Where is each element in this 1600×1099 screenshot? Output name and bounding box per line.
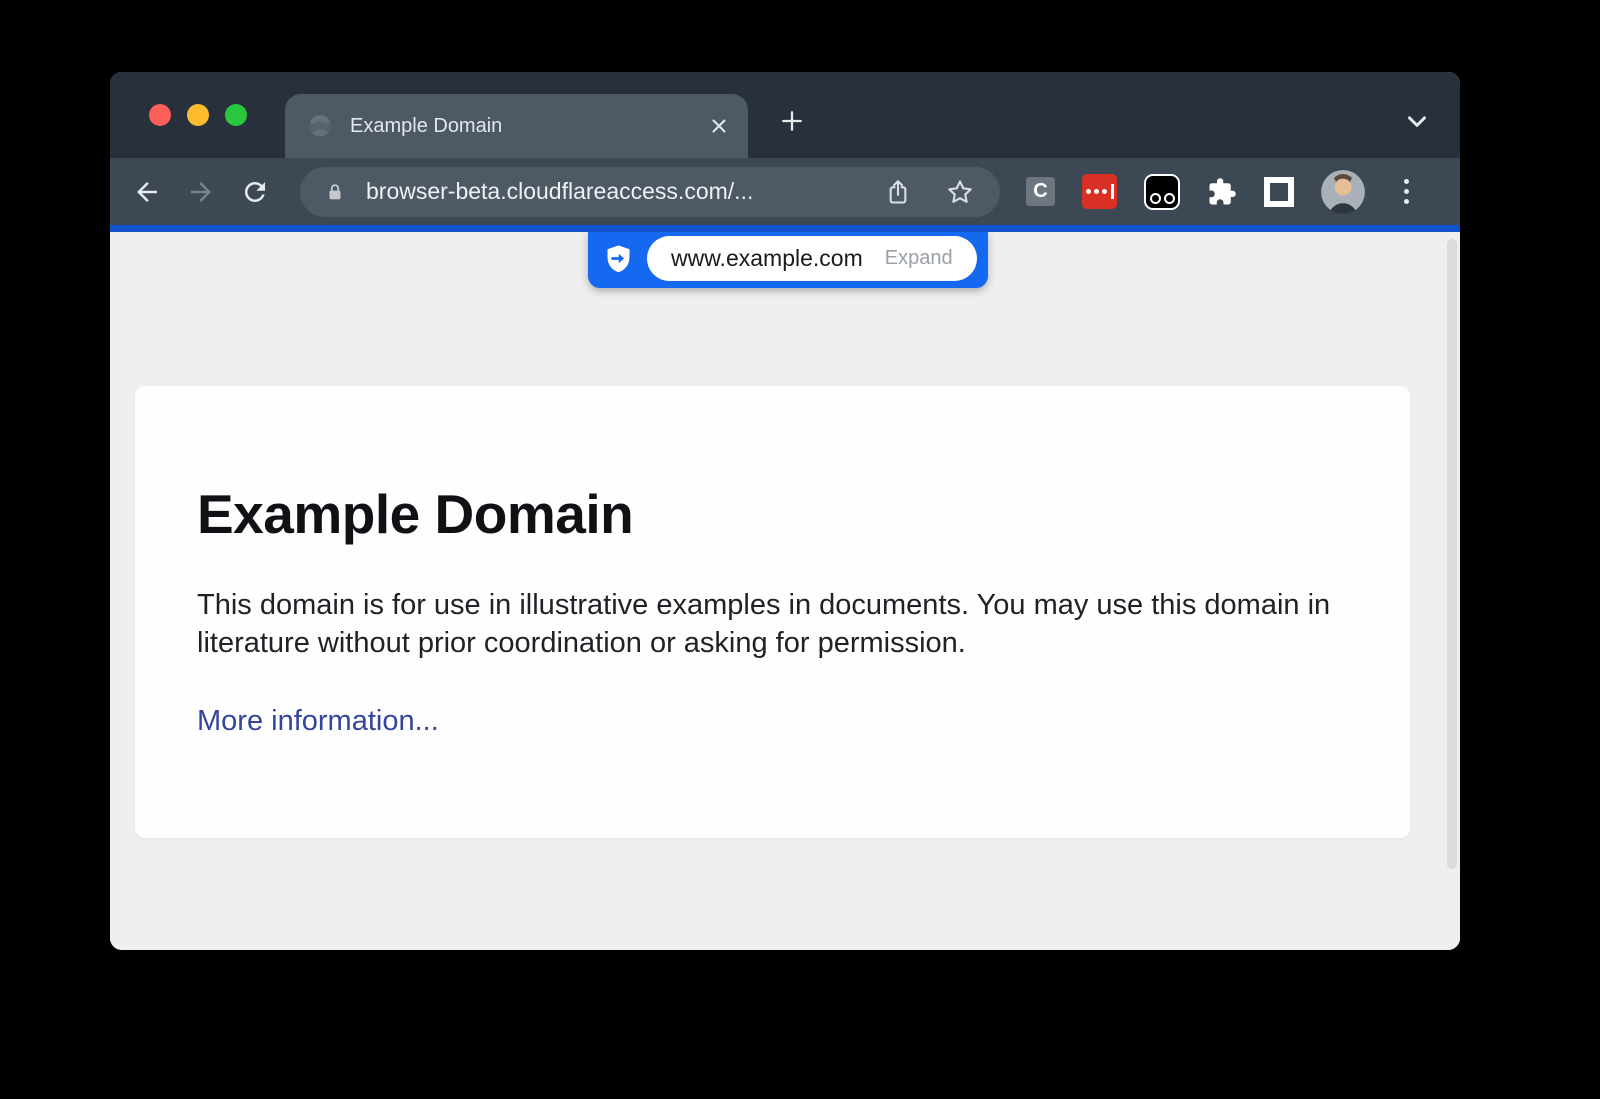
url-text: browser-beta.cloudflareaccess.com/...: [366, 178, 884, 205]
traffic-lights: [149, 104, 247, 126]
zoom-window-button[interactable]: [225, 104, 247, 126]
content-card: Example Domain This domain is for use in…: [135, 386, 1410, 838]
forward-button[interactable]: [184, 175, 218, 209]
expand-button[interactable]: Expand: [885, 247, 953, 270]
page-paragraph: This domain is for use in illustrative e…: [197, 586, 1345, 662]
isolated-domain-text: www.example.com: [671, 245, 863, 272]
dark-extension-icon[interactable]: [1144, 174, 1180, 210]
extension-c-icon[interactable]: C: [1026, 177, 1055, 206]
address-bar[interactable]: browser-beta.cloudflareaccess.com/...: [300, 167, 1000, 217]
tab-strip: Example Domain: [110, 72, 1460, 158]
extensions-row: C: [1026, 170, 1415, 214]
back-button[interactable]: [130, 175, 164, 209]
lock-icon[interactable]: [324, 180, 346, 204]
chevron-down-icon[interactable]: [1402, 106, 1432, 136]
close-window-button[interactable]: [149, 104, 171, 126]
share-icon[interactable]: [884, 178, 912, 206]
new-tab-button[interactable]: [778, 107, 806, 135]
more-information-link[interactable]: More information...: [197, 705, 439, 737]
tab-example-domain[interactable]: Example Domain: [285, 94, 748, 158]
extensions-puzzle-icon[interactable]: [1207, 177, 1237, 207]
tab-close-icon[interactable]: [708, 115, 730, 137]
scrollbar-thumb[interactable]: [1447, 239, 1457, 869]
bookmark-star-icon[interactable]: [946, 178, 974, 206]
frame-extension-icon[interactable]: [1264, 177, 1294, 207]
loading-bar: [110, 225, 1460, 232]
shield-arrow-icon: [603, 243, 634, 274]
globe-icon: [307, 113, 333, 139]
browser-menu-icon[interactable]: [1398, 175, 1415, 208]
browser-isolation-badge[interactable]: www.example.com Expand: [588, 232, 988, 288]
profile-avatar[interactable]: [1321, 170, 1365, 214]
tab-title: Example Domain: [350, 115, 708, 138]
browser-window: Example Domain browser-beta.clo: [110, 72, 1460, 950]
password-manager-extension-icon[interactable]: [1082, 174, 1117, 209]
reload-button[interactable]: [238, 175, 272, 209]
page-heading: Example Domain: [197, 482, 1350, 546]
browser-toolbar: browser-beta.cloudflareaccess.com/... C: [110, 158, 1460, 225]
minimize-window-button[interactable]: [187, 104, 209, 126]
isolated-domain-pill[interactable]: www.example.com Expand: [647, 236, 977, 281]
page-viewport: www.example.com Expand Example Domain Th…: [110, 232, 1460, 950]
